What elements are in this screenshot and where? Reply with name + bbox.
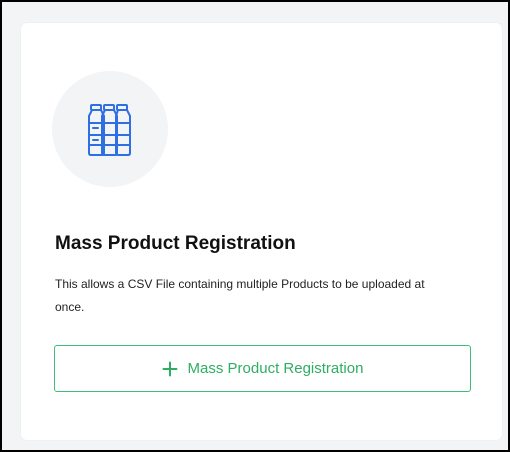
mass-registration-card: Mass Product Registration This allows a … [21,23,502,440]
mass-product-registration-button[interactable]: Mass Product Registration [54,345,471,392]
plus-icon [162,361,178,377]
card-description: This allows a CSV File containing multip… [55,277,425,314]
bottles-icon [88,104,131,156]
card-title: Mass Product Registration [55,233,296,254]
button-label: Mass Product Registration [187,360,364,377]
page-frame: Mass Product Registration This allows a … [0,0,510,452]
icon-circle [52,71,168,187]
